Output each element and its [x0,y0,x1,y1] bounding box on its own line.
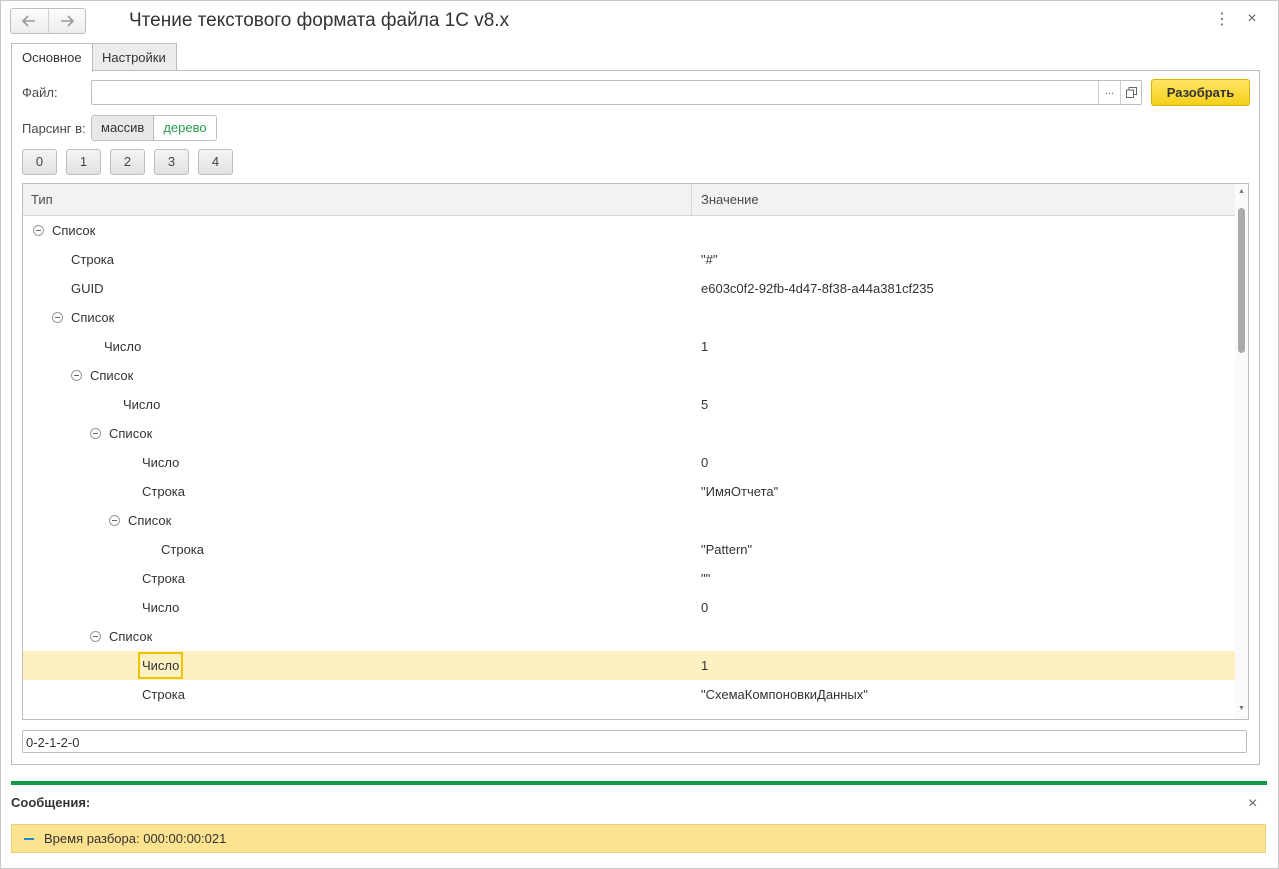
level-button-3[interactable]: 3 [154,149,189,175]
collapse-toggle-icon[interactable] [90,631,101,642]
tree-cell-value[interactable]: 5 [701,390,708,419]
file-input[interactable] [92,81,1097,104]
level-button-2[interactable]: 2 [110,149,145,175]
collapse-toggle-icon[interactable] [71,370,82,381]
tree-cell-type[interactable]: Список [52,216,95,245]
tree-row[interactable]: Список [23,361,1235,390]
tree-cell-type[interactable]: Число [138,652,184,679]
tree-cell-value[interactable]: "ИмяОтчета" [701,477,778,506]
tree-cell-type[interactable]: Строка [161,535,204,564]
tree-row[interactable]: Число 5 [23,390,1235,419]
parsing-label: Парсинг в: [22,121,86,136]
tree-cell-value[interactable]: 0 [701,593,708,622]
tab-settings[interactable]: Настройки [91,43,177,71]
message-text: Время разбора: 000:00:00:021 [44,831,227,846]
tree-row[interactable]: Список [23,303,1235,332]
forward-button[interactable] [47,9,86,33]
arrow-left-icon [22,15,36,27]
tree-row[interactable]: Число 1 [23,651,1235,680]
parse-button[interactable]: Разобрать [1151,79,1250,106]
tree-cell-value[interactable]: "" [701,564,710,593]
collapse-toggle-icon[interactable] [52,312,63,323]
tree-cell-type[interactable]: GUID [71,274,104,303]
tree-cell-type[interactable]: Строка [142,564,185,593]
browse-button[interactable]: ... [1098,81,1120,104]
tree-row[interactable]: Строка "Pattern" [23,535,1235,564]
scroll-up-arrow-icon[interactable]: ▲ [1235,186,1248,198]
messages-divider [11,781,1267,785]
parsing-option-array[interactable]: массив [92,116,154,140]
open-button[interactable] [1120,81,1141,104]
tree-cell-value[interactable]: "Pattern" [701,535,752,564]
tree-cell-type[interactable]: Строка [142,680,185,709]
tree-cell-value[interactable]: "СхемаКомпоновкиДанных" [701,680,868,709]
tree-row[interactable]: Список [23,216,1235,245]
arrow-right-icon [60,15,74,27]
more-menu-icon[interactable]: ⋮ [1213,10,1231,28]
tree-cell-type[interactable]: Число [104,332,141,361]
collapse-dash-icon [24,838,34,840]
tree-row[interactable]: Строка "#" [23,245,1235,274]
tree-cell-value[interactable]: e603c0f2-92fb-4d47-8f38-a44a381cf235 [701,274,934,303]
tree-row[interactable]: Строка "ИмяОтчета" [23,477,1235,506]
tree-cell-type[interactable]: Список [109,419,152,448]
parsing-option-tree[interactable]: дерево [153,116,216,140]
message-item[interactable]: Время разбора: 000:00:00:021 [11,824,1266,853]
tree-cell-value[interactable]: 0 [701,448,708,477]
tree-cell-type[interactable]: Список [109,622,152,651]
file-label: Файл: [22,85,58,100]
open-window-icon [1125,87,1137,98]
tree-cell-type[interactable]: Число [142,593,179,622]
navigation-buttons [10,8,86,34]
parsing-switch: массив дерево [91,115,217,141]
back-button[interactable] [11,9,48,33]
level-button-1[interactable]: 1 [66,149,101,175]
close-icon[interactable]: × [1243,10,1261,28]
window-title: Чтение текстового формата файла 1С v8.x [129,10,510,31]
level-button-0[interactable]: 0 [22,149,57,175]
messages-header: Сообщения: [11,795,91,810]
scroll-down-arrow-icon[interactable]: ▼ [1235,703,1248,715]
column-separator[interactable] [691,184,692,215]
collapse-toggle-icon[interactable] [33,225,44,236]
tree-cell-value[interactable]: "#" [701,245,717,274]
tree-row[interactable]: Строка "СхемаКомпоновкиДанных" [23,680,1235,709]
tree-cell-type[interactable]: Число [123,390,160,419]
tree-cell-type[interactable]: Список [71,303,114,332]
column-header-value[interactable]: Значение [701,184,759,215]
messages-close-icon[interactable]: × [1248,795,1257,813]
column-header-type[interactable]: Тип [31,184,53,215]
vertical-scrollbar[interactable]: ▲ ▼ [1235,184,1248,719]
collapse-toggle-icon[interactable] [90,428,101,439]
level-button-4[interactable]: 4 [198,149,233,175]
tree-cell-value[interactable]: 1 [701,651,708,680]
tree-cell-type[interactable]: Строка [71,245,114,274]
tree-row[interactable]: Список [23,622,1235,651]
tree-row[interactable]: Число 0 [23,593,1235,622]
tree-cell-value[interactable]: 1 [701,332,708,361]
collapse-toggle-icon[interactable] [109,515,120,526]
tree-cell-type[interactable]: Число [142,448,179,477]
path-field[interactable]: 0-2-1-2-0 [22,730,1247,753]
tree-grid[interactable]: Тип Значение Список Строка "#" GUID e603c0f2… [22,183,1249,720]
tree-cell-type[interactable]: Список [90,361,133,390]
tab-main[interactable]: Основное [11,43,93,72]
file-field: ... [91,80,1142,105]
tree-row[interactable]: Число 0 [23,448,1235,477]
tree-cell-type[interactable]: Список [128,506,171,535]
tree-cell-type[interactable]: Строка [142,477,185,506]
tree-row[interactable]: Список [23,419,1235,448]
scrollbar-thumb[interactable] [1238,208,1245,353]
grid-header: Тип Значение [23,184,1235,216]
tree-row[interactable]: Число 1 [23,332,1235,361]
tree-row[interactable]: GUID e603c0f2-92fb-4d47-8f38-a44a381cf235 [23,274,1235,303]
tree-row[interactable]: Строка "" [23,564,1235,593]
tree-row[interactable]: Список [23,506,1235,535]
